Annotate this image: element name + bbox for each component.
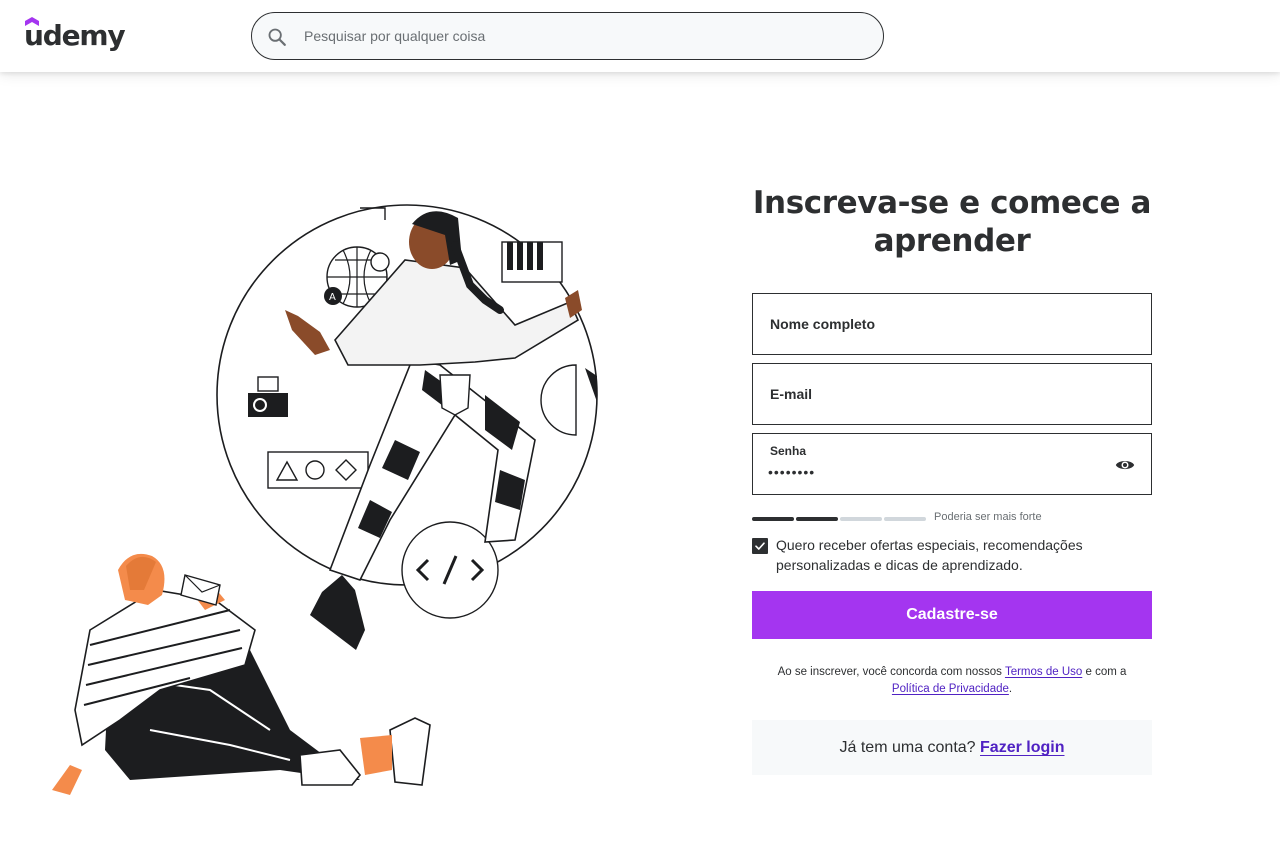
signup-form: Inscreva-se e comece a aprender Nome com… bbox=[752, 180, 1152, 775]
search-icon[interactable] bbox=[266, 26, 288, 48]
privacy-policy-link[interactable]: Política de Privacidade bbox=[892, 683, 1009, 695]
signup-button[interactable]: Cadastre-se bbox=[752, 591, 1152, 639]
page-title: Inscreva-se e comece a aprender bbox=[752, 185, 1152, 259]
terms-prefix: Ao se inscrever, você concorda com nosso… bbox=[777, 666, 1002, 678]
svg-text:A: A bbox=[329, 292, 336, 303]
offers-checkbox[interactable] bbox=[752, 538, 768, 554]
password-label: Senha bbox=[770, 444, 807, 458]
strength-label: Poderia ser mais forte bbox=[934, 511, 1042, 523]
top-header: udemy bbox=[0, 0, 1280, 72]
strength-segment bbox=[884, 517, 926, 521]
offers-checkbox-label: Quero receber ofertas especiais, recomen… bbox=[776, 537, 1083, 573]
logo-wordmark: udemy bbox=[24, 19, 126, 52]
strength-segment bbox=[840, 517, 882, 521]
login-prompt-text: Já tem uma conta? bbox=[839, 739, 976, 756]
signup-illustration: A bbox=[52, 204, 598, 795]
terms-middle: e com a bbox=[1085, 666, 1127, 678]
checkmark-icon bbox=[755, 542, 765, 550]
udemy-logo[interactable]: udemy bbox=[24, 17, 126, 54]
search-bar[interactable] bbox=[251, 12, 884, 60]
password-strength-meter: Poderia ser mais forte bbox=[752, 510, 1152, 526]
terms-suffix: . bbox=[1008, 683, 1013, 695]
terms-of-use-link[interactable]: Termos de Uso bbox=[1005, 666, 1082, 678]
search-input[interactable] bbox=[304, 13, 864, 59]
password-field[interactable]: Senha •••••••• bbox=[752, 433, 1152, 495]
strength-segment bbox=[752, 517, 794, 521]
password-value: •••••••• bbox=[768, 464, 816, 480]
login-prompt: Já tem uma conta? Fazer login bbox=[752, 720, 1152, 775]
login-link[interactable]: Fazer login bbox=[980, 739, 1064, 756]
full-name-label: Nome completo bbox=[770, 316, 876, 332]
full-name-field[interactable]: Nome completo bbox=[752, 293, 1152, 355]
strength-segment bbox=[796, 517, 838, 521]
terms-notice: Ao se inscrever, você concorda com nosso… bbox=[752, 664, 1152, 698]
email-field[interactable]: E-mail bbox=[752, 363, 1152, 425]
email-label: E-mail bbox=[770, 386, 813, 402]
eye-icon[interactable] bbox=[1115, 455, 1135, 475]
